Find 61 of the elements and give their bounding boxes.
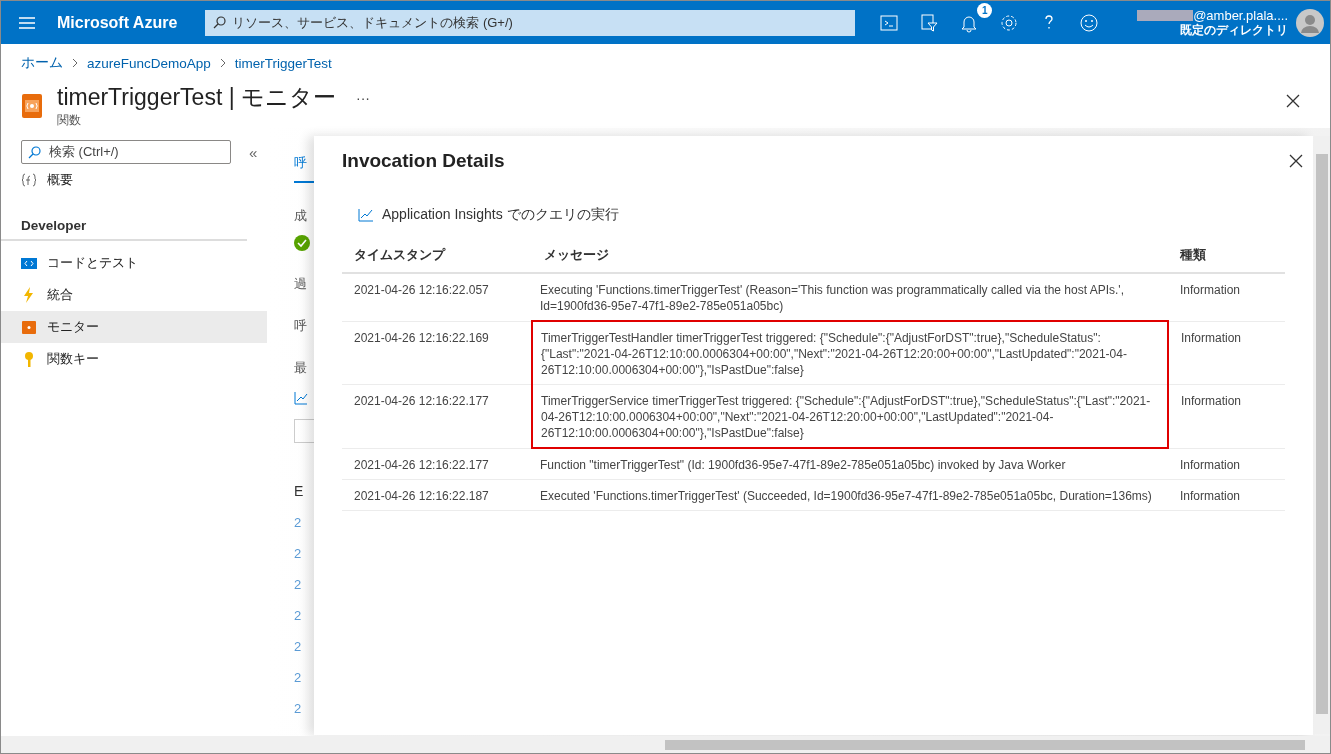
- user-email[interactable]: @amber.plala....: [1193, 7, 1288, 23]
- section-label: 最: [294, 359, 307, 377]
- sidebar-item[interactable]: コードとテスト: [1, 247, 267, 279]
- column-header: E: [294, 483, 304, 499]
- section-header: Developer: [1, 196, 247, 241]
- panel-title: Invocation Details: [342, 150, 506, 172]
- breadcrumb-link[interactable]: azureFuncDemoApp: [87, 55, 211, 71]
- search-icon: [28, 145, 41, 159]
- table-cell: Executing 'Functions.timerTriggerTest' (Reason='This function was programmatically called via the host APIs.', Id=1900fd36-95e7-47f1-89e2-785e051a05bc): [532, 273, 1168, 321]
- chevron-icon: [71, 58, 79, 68]
- section-label: 過: [294, 275, 307, 293]
- sidebar-item[interactable]: 統合: [1, 279, 267, 311]
- table-cell: 2021-04-26 12:16:22.177: [342, 384, 532, 448]
- search-field[interactable]: 検索 (Ctrl+/): [21, 140, 231, 164]
- table-cell: Information: [1168, 321, 1285, 385]
- search-field[interactable]: リソース、サービス、ドキュメントの検索 (G+/): [205, 9, 856, 36]
- table-cell: 2021-04-26 12:16:22.169: [342, 321, 532, 385]
- chevron-icon: [218, 58, 227, 68]
- brand-name[interactable]: Microsoft Azure: [57, 13, 178, 32]
- breadcrumb-link[interactable]: timerTriggerTest: [234, 55, 332, 71]
- page-title: timerTriggerTest | モニター: [57, 83, 337, 112]
- table-cell: 2021-04-26 12:16:22.057: [342, 273, 532, 321]
- more-button[interactable]: ···: [356, 89, 371, 106]
- close-icon[interactable]: [1286, 94, 1300, 108]
- page-subtitle: 関数: [57, 113, 82, 128]
- monitor-icon: [21, 319, 37, 335]
- check-icon: [294, 235, 310, 251]
- search-icon: [213, 16, 227, 29]
- breadcrumb-link[interactable]: ホーム: [21, 54, 63, 72]
- directory-name: 既定のディレクトリ: [1180, 23, 1288, 38]
- close-icon[interactable]: [1289, 154, 1303, 168]
- column-header: 種類: [1168, 246, 1285, 273]
- table-cell: Information: [1168, 448, 1285, 480]
- monitor-icon: [21, 93, 43, 119]
- notification-badge: 1: [977, 2, 993, 18]
- horizontal-scrollbar[interactable]: [1, 736, 1330, 753]
- section-label: 成: [294, 207, 307, 225]
- sidebar-item[interactable]: モニター: [1, 311, 267, 343]
- collapse-button[interactable]: «: [249, 143, 258, 161]
- chart-icon: [294, 391, 308, 405]
- function-icon: [21, 172, 37, 188]
- table-cell: Information: [1168, 479, 1285, 511]
- highlighted-message: TimerTriggerService timerTriggerTest triggered: {"Schedule":{"AdjustForDST":true},"ScheduleStatus":{"Last":"2021-04-26T12:10:00.0006304+00:00","Next":"2021-04-26T12:20:00+00:00","LastUpdated":"2021-04-26T12:10:00.0006304+00:00"},"IsPastDue":false}: [532, 384, 1168, 448]
- code-icon: [21, 255, 37, 271]
- highlighted-message: TimerTriggerTestHandler timerTriggerTest triggered: {"Schedule":{"AdjustForDST":true},"ScheduleStatus": {"Last":"2021-04-26T12:10:00.0006304+00:00","Next":"2021-04-26T12:20:00+00:00","LastUpdated":"2021-04-26T12:10:00.0006304+00:00"},"IsPastDue":false}: [532, 321, 1168, 385]
- sidebar-item[interactable]: 関数キー: [1, 343, 267, 375]
- table-cell: Information: [1168, 273, 1285, 321]
- table-cell: Information: [1168, 384, 1285, 448]
- table-cell: 2021-04-26 12:16:22.187: [342, 479, 532, 511]
- avatar-icon[interactable]: [1296, 8, 1324, 37]
- table-cell: 2021-04-26 12:16:22.177: [342, 448, 532, 480]
- table-cell: Function "timerTriggerTest" (Id: 1900fd36-95e7-47f1-89e2-785e051a05bc) invoked by Java Worker: [532, 448, 1168, 480]
- chart-icon: [358, 208, 374, 222]
- menu-icon[interactable]: [19, 16, 35, 29]
- section-label: 呼: [294, 317, 307, 335]
- sidebar-item[interactable]: 概要: [1, 164, 267, 196]
- column-header: メッセージ: [532, 246, 1168, 273]
- table-cell: Executed 'Functions.timerTriggerTest' (Succeeded, Id=1900fd36-95e7-47f1-89e2-785e051a05bc, Duration=136ms): [532, 479, 1168, 511]
- column-header: タイムスタンプ: [342, 246, 532, 273]
- redacted-name: [1137, 9, 1194, 21]
- query-link[interactable]: Application Insights でのクエリの実行: [382, 206, 619, 224]
